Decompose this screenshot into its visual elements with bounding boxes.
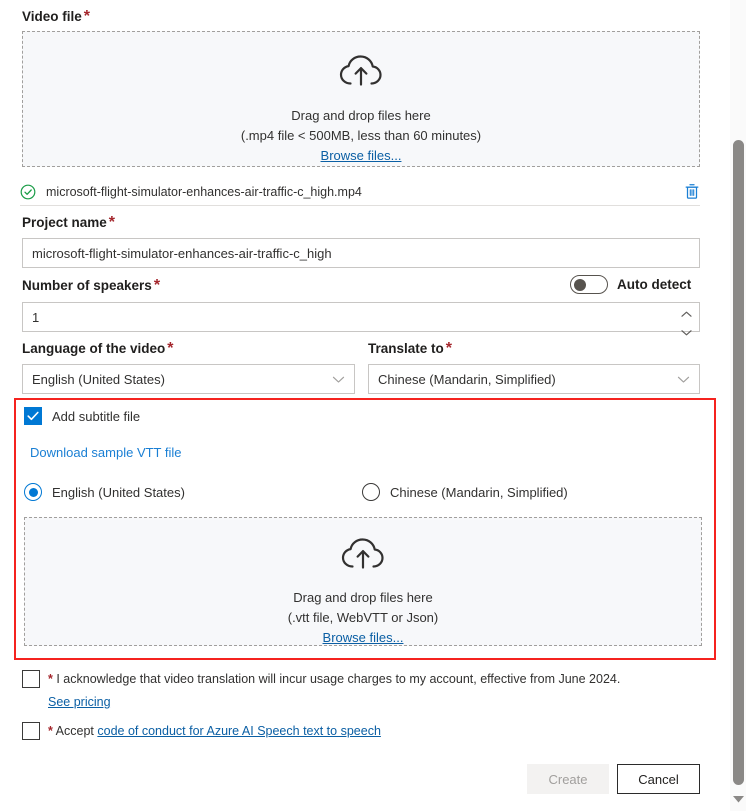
form-content: Video file * Drag and drop files here (.m…: [0, 0, 716, 811]
uploaded-file-row: microsoft-flight-simulator-enhances-air-…: [20, 178, 700, 206]
scrollbar-thumb[interactable]: [733, 140, 744, 785]
add-subtitle-file-row[interactable]: Add subtitle file: [24, 407, 140, 425]
translate-to-label-text: Translate to: [368, 341, 444, 356]
auto-detect-toggle-knob: [574, 278, 586, 291]
video-dropzone-line2: (.mp4 file < 500MB, less than 60 minutes…: [240, 128, 482, 143]
video-browse-files-link[interactable]: Browse files...: [321, 146, 402, 166]
project-name-label: Project name *: [22, 214, 115, 232]
chevron-down-icon[interactable]: [677, 375, 690, 384]
video-translation-create-form: Video file * Drag and drop files here (.m…: [0, 0, 746, 811]
translate-to-dropdown[interactable]: Chinese (Mandarin, Simplified): [368, 364, 700, 394]
translate-to-label: Translate to *: [368, 340, 452, 358]
language-of-video-label-text: Language of the video: [22, 341, 166, 356]
project-name-required-asterisk: *: [108, 214, 116, 231]
chevron-up-icon[interactable]: [680, 307, 693, 322]
radio-english-label: English (United States): [52, 484, 185, 500]
video-dropzone[interactable]: Drag and drop files here (.mp4 file < 50…: [22, 31, 700, 167]
auto-detect-group: Auto detect: [570, 275, 691, 294]
translate-to-selected: Chinese (Mandarin, Simplified): [378, 371, 556, 387]
project-name-input[interactable]: microsoft-flight-simulator-enhances-air-…: [22, 238, 700, 268]
add-subtitle-file-label: Add subtitle file: [52, 408, 141, 424]
project-name-label-text: Project name: [22, 215, 107, 230]
auto-detect-label: Auto detect: [617, 277, 692, 292]
download-sample-vtt-link[interactable]: Download sample VTT file: [30, 445, 182, 460]
consent-code-of-conduct-text: Accept: [55, 724, 94, 738]
trash-icon[interactable]: [684, 183, 700, 200]
subtitle-browse-files-link[interactable]: Browse files...: [323, 628, 404, 648]
speakers-required-asterisk: *: [153, 277, 161, 294]
consent-code-of-conduct-row[interactable]: * Accept code of conduct for Azure AI Sp…: [22, 722, 381, 740]
video-file-label: Video file *: [22, 8, 90, 26]
speakers-value: 1: [32, 309, 40, 325]
scrollbar-track[interactable]: [730, 0, 746, 811]
consent-code-of-conduct-text-wrap: * Accept code of conduct for Azure AI Sp…: [48, 723, 381, 740]
chevron-down-icon[interactable]: [680, 325, 693, 340]
consent-acknowledge-checkbox[interactable]: [22, 670, 40, 688]
check-circle-icon: [20, 184, 36, 200]
cloud-upload-icon: [25, 537, 701, 576]
speakers-input[interactable]: 1: [22, 302, 700, 336]
speakers-label: Number of speakers *: [22, 277, 160, 295]
consent-acknowledge-text: I acknowledge that video translation wil…: [56, 672, 621, 686]
radio-chinese-label: Chinese (Mandarin, Simplified): [390, 484, 568, 500]
language-of-video-label: Language of the video *: [22, 340, 174, 358]
auto-detect-toggle[interactable]: [570, 275, 608, 294]
consent-code-of-conduct-asterisk: *: [48, 724, 53, 738]
translate-to-required-asterisk: *: [445, 340, 453, 357]
subtitle-language-radio-chinese[interactable]: Chinese (Mandarin, Simplified): [362, 483, 568, 501]
language-of-video-dropdown[interactable]: English (United States): [22, 364, 355, 394]
see-pricing-link[interactable]: See pricing: [48, 695, 111, 709]
project-name-value: microsoft-flight-simulator-enhances-air-…: [32, 245, 332, 261]
consent-acknowledge-row[interactable]: * I acknowledge that video translation w…: [22, 670, 620, 688]
language-of-video-required-asterisk: *: [167, 340, 174, 357]
language-of-video-selected: English (United States): [32, 371, 165, 387]
uploaded-file-name: microsoft-flight-simulator-enhances-air-…: [46, 184, 362, 199]
video-file-label-text: Video file: [22, 9, 82, 24]
subtitle-dropzone[interactable]: Drag and drop files here (.vtt file, Web…: [24, 517, 702, 646]
see-pricing-wrap: See pricing: [48, 693, 111, 711]
create-button[interactable]: Create: [527, 764, 609, 794]
subtitle-dropzone-line1: Drag and drop files here: [293, 590, 433, 605]
video-dropzone-line1: Drag and drop files here: [291, 108, 431, 123]
cancel-button-label: Cancel: [638, 771, 679, 787]
subtitle-dropzone-line2: (.vtt file, WebVTT or Json): [287, 610, 439, 625]
speakers-stepper[interactable]: [680, 307, 693, 340]
chevron-down-icon[interactable]: [332, 375, 345, 384]
code-of-conduct-link[interactable]: code of conduct for Azure AI Speech text…: [97, 724, 381, 738]
radio-english-indicator[interactable]: [24, 483, 42, 501]
cloud-upload-icon: [23, 54, 699, 93]
consent-acknowledge-text-wrap: * I acknowledge that video translation w…: [48, 671, 620, 688]
video-file-required-asterisk: *: [83, 8, 91, 25]
consent-acknowledge-asterisk: *: [48, 672, 53, 686]
radio-chinese-indicator[interactable]: [362, 483, 380, 501]
subtitle-language-radio-english[interactable]: English (United States): [24, 483, 185, 501]
create-button-label: Create: [548, 771, 588, 787]
scrollbar-down-arrow[interactable]: [732, 791, 745, 803]
consent-code-of-conduct-checkbox[interactable]: [22, 722, 40, 740]
cancel-button[interactable]: Cancel: [617, 764, 700, 794]
add-subtitle-file-checkbox[interactable]: [24, 407, 42, 425]
speakers-label-text: Number of speakers: [22, 278, 152, 293]
